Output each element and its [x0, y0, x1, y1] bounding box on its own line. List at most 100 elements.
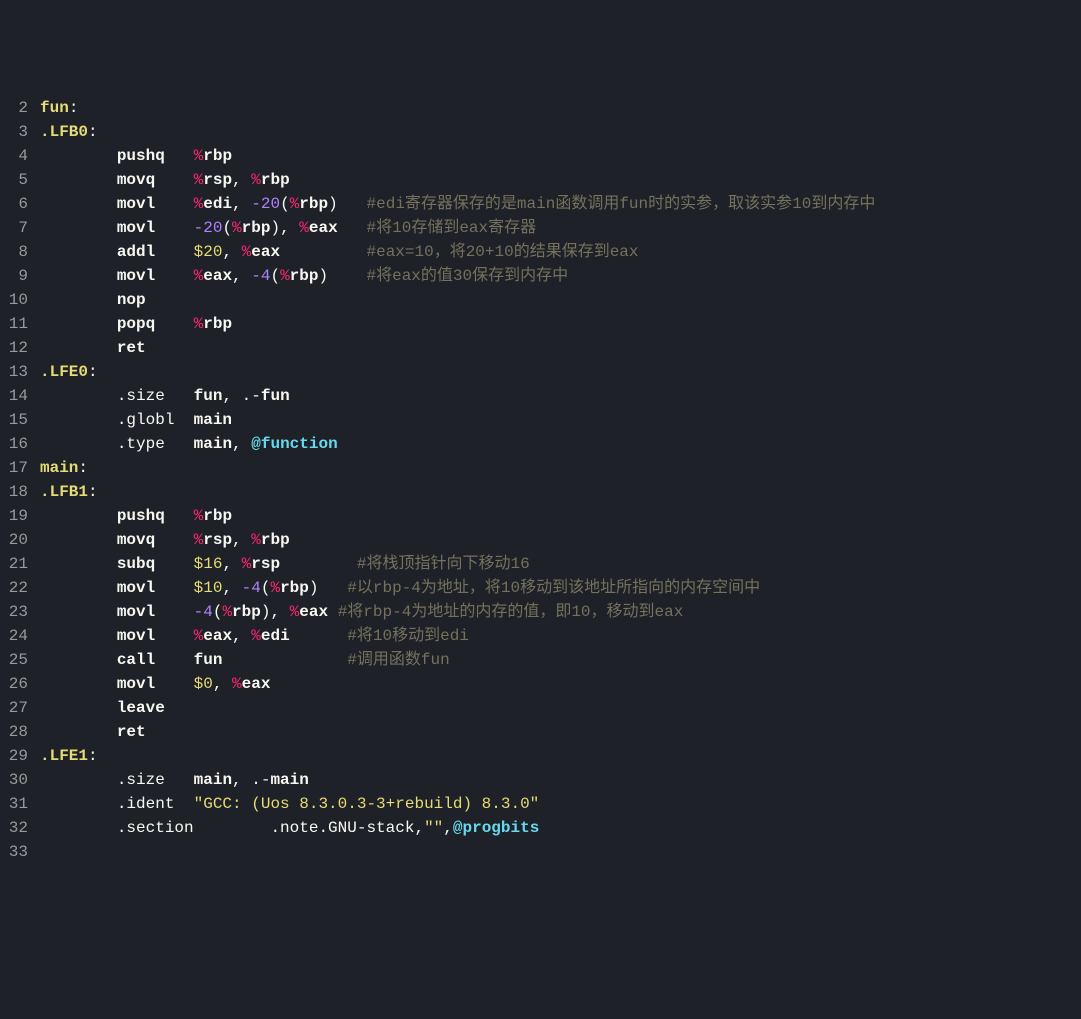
code-token: #将10移动到edi [347, 627, 469, 645]
code-line[interactable]: call fun #调用函数fun [40, 648, 1081, 672]
code-token [155, 315, 193, 333]
code-line[interactable]: fun: [40, 96, 1081, 120]
code-line[interactable]: movq %rsp, %rbp [40, 528, 1081, 552]
code-token: eax [203, 267, 232, 285]
code-token: ( [270, 267, 280, 285]
code-token: , [443, 819, 453, 837]
code-line[interactable]: .globl main [40, 408, 1081, 432]
code-token: % [194, 171, 204, 189]
code-line[interactable]: movl $0, %eax [40, 672, 1081, 696]
code-token: rbp [242, 219, 271, 237]
code-editor[interactable]: 2345678910111213141516171819202122232425… [0, 96, 1081, 899]
code-token: function [261, 435, 338, 453]
code-token: % [222, 603, 232, 621]
code-line[interactable]: pushq %rbp [40, 144, 1081, 168]
code-token: edi [203, 195, 232, 213]
code-line[interactable]: main: [40, 456, 1081, 480]
code-line[interactable]: .ident "GCC: (Uos 8.3.0.3-3+rebuild) 8.3… [40, 792, 1081, 816]
code-line[interactable] [40, 840, 1081, 864]
code-line[interactable]: ret [40, 336, 1081, 360]
code-token: leave [117, 699, 165, 717]
code-line[interactable]: pushq %rbp [40, 504, 1081, 528]
code-token: : [78, 459, 88, 477]
code-token [328, 267, 366, 285]
code-line[interactable]: .section .note.GNU-stack,"",@progbits [40, 816, 1081, 840]
code-token [40, 219, 117, 237]
code-token: , [222, 243, 241, 261]
code-line[interactable]: movl $10, -4(%rbp) #以rbp-4为地址，将10移动到该地址所… [40, 576, 1081, 600]
code-token: $0 [194, 675, 213, 693]
code-token [40, 507, 117, 525]
line-number: 12 [0, 336, 28, 360]
code-token: % [251, 531, 261, 549]
code-token: .globl [117, 411, 175, 429]
line-number: 24 [0, 624, 28, 648]
code-line[interactable]: addl $20, %eax #eax=10，将20+10的结果保存到eax [40, 240, 1081, 264]
code-token: #将eax的值30保存到内存中 [367, 267, 569, 285]
code-token: ) [328, 195, 338, 213]
line-number: 18 [0, 480, 28, 504]
code-line[interactable]: movl %eax, %edi #将10移动到edi [40, 624, 1081, 648]
code-line[interactable]: leave [40, 696, 1081, 720]
line-number: 29 [0, 744, 28, 768]
code-line[interactable]: .size main, .-main [40, 768, 1081, 792]
code-line[interactable]: nop [40, 288, 1081, 312]
code-token: pushq [117, 507, 165, 525]
line-number: 3 [0, 120, 28, 144]
code-token: eax [251, 243, 280, 261]
code-token: eax [309, 219, 338, 237]
code-token [165, 387, 194, 405]
code-line[interactable]: .size fun, .-fun [40, 384, 1081, 408]
code-token: .LFB1 [40, 483, 88, 501]
code-token [40, 627, 117, 645]
code-token: .size [117, 771, 165, 789]
code-line[interactable]: movl %edi, -20(%rbp) #edi寄存器保存的是main函数调用… [40, 192, 1081, 216]
code-line[interactable]: .LFB0: [40, 120, 1081, 144]
code-token: eax [299, 603, 328, 621]
code-token: , [232, 435, 251, 453]
line-number: 30 [0, 768, 28, 792]
code-line[interactable]: movl %eax, -4(%rbp) #将eax的值30保存到内存中 [40, 264, 1081, 288]
code-line[interactable]: movl -20(%rbp), %eax #将10存储到eax寄存器 [40, 216, 1081, 240]
line-number: 33 [0, 840, 28, 864]
code-token: rbp [280, 579, 309, 597]
code-token: , [232, 531, 251, 549]
line-number: 4 [0, 144, 28, 168]
code-line[interactable]: popq %rbp [40, 312, 1081, 336]
code-token: ( [261, 579, 271, 597]
line-number: 5 [0, 168, 28, 192]
code-token: .ident [117, 795, 175, 813]
code-content[interactable]: fun:.LFB0: pushq %rbp movq %rsp, %rbp mo… [36, 96, 1081, 899]
code-line[interactable]: .type main, @function [40, 432, 1081, 456]
code-token: call [117, 651, 155, 669]
code-token: % [194, 627, 204, 645]
code-token: rbp [203, 315, 232, 333]
code-line[interactable]: .LFE1: [40, 744, 1081, 768]
code-token [165, 771, 194, 789]
code-token [174, 795, 193, 813]
code-token: , [232, 195, 251, 213]
code-line[interactable]: .LFB1: [40, 480, 1081, 504]
code-line[interactable]: ret [40, 720, 1081, 744]
line-number: 11 [0, 312, 28, 336]
code-token: ), [261, 603, 290, 621]
code-token: movq [117, 171, 155, 189]
code-line[interactable]: movq %rsp, %rbp [40, 168, 1081, 192]
code-token: % [194, 195, 204, 213]
code-token: #将栈顶指针向下移动16 [357, 555, 530, 573]
line-number: 9 [0, 264, 28, 288]
code-token: #调用函数fun [347, 651, 449, 669]
code-token: $20 [194, 243, 223, 261]
line-number: 26 [0, 672, 28, 696]
code-line[interactable]: movl -4(%rbp), %eax #将rbp-4为地址的内存的值，即10，… [40, 600, 1081, 624]
line-number: 20 [0, 528, 28, 552]
code-token [40, 795, 117, 813]
code-line[interactable]: .LFE0: [40, 360, 1081, 384]
code-token: , [414, 819, 424, 837]
code-token [174, 411, 193, 429]
code-token [155, 651, 193, 669]
code-token: rsp [203, 171, 232, 189]
code-token: main [40, 459, 78, 477]
code-line[interactable]: subq $16, %rsp #将栈顶指针向下移动16 [40, 552, 1081, 576]
code-token [40, 267, 117, 285]
